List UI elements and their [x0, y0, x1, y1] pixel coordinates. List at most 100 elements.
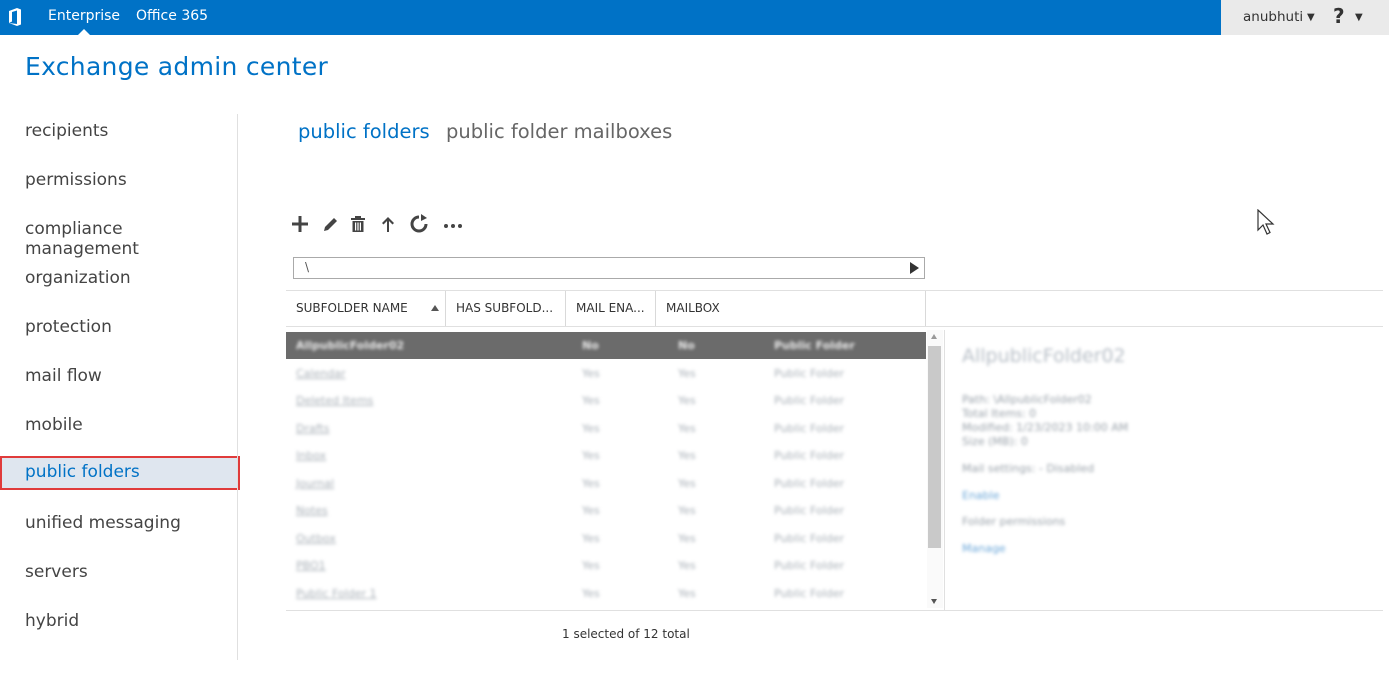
nav-divider — [237, 114, 238, 660]
table-row[interactable]: Inbox Yes Yes Public Folder — [286, 442, 926, 469]
column-header-label: HAS SUBFOLD... — [456, 301, 554, 315]
details-path: Path: \AllpublicFolder02 — [962, 393, 1092, 406]
nav-item-servers[interactable]: servers — [0, 556, 238, 590]
cell-mail-enabled: Yes — [678, 367, 696, 380]
table-row[interactable]: Calendar Yes Yes Public Folder — [286, 360, 926, 387]
nav-item-unified-messaging[interactable]: unified messaging — [0, 507, 238, 541]
edit-icon[interactable] — [320, 212, 340, 236]
top-link-office365[interactable]: Office 365 — [136, 0, 208, 35]
delete-icon[interactable] — [349, 212, 367, 236]
cell-mailbox: Public Folder — [774, 367, 845, 380]
top-bar: Enterprise Office 365 anubhuti ▼ ? ▼ — [0, 0, 1389, 35]
nav-item-label: permissions — [25, 170, 127, 190]
table-row[interactable]: Drafts Yes Yes Public Folder — [286, 415, 926, 442]
cell-mail-enabled: Yes — [678, 394, 696, 407]
table-row[interactable]: AllpublicFolder02 No No Public Folder — [286, 332, 926, 359]
details-divider — [944, 330, 945, 610]
folder-path-input[interactable]: \ — [293, 257, 925, 279]
add-icon[interactable] — [290, 212, 310, 236]
table-row[interactable]: Outbox Yes Yes Public Folder — [286, 525, 926, 552]
nav-item-mail-flow[interactable]: mail flow — [0, 360, 238, 394]
cell-name[interactable]: PBO1 — [296, 559, 326, 572]
scroll-down-icon[interactable] — [931, 599, 937, 604]
nav-item-label: organization — [25, 268, 131, 288]
cell-name[interactable]: Notes — [296, 504, 328, 517]
cell-mailbox: Public Folder — [774, 422, 845, 435]
nav-item-label: compliance management — [25, 219, 139, 259]
scrollbar-thumb[interactable] — [928, 346, 941, 548]
column-header-label: SUBFOLDER NAME — [296, 301, 408, 315]
cell-mail-enabled: Yes — [678, 477, 696, 490]
column-header-label: MAIL ENA... — [576, 301, 645, 315]
column-header-mail-enabled[interactable]: MAIL ENA... — [566, 291, 656, 326]
more-icon[interactable] — [443, 212, 463, 236]
table-row[interactable]: Notes Yes Yes Public Folder — [286, 497, 926, 524]
app-title: Exchange admin center — [25, 52, 329, 81]
nav-item-mobile[interactable]: mobile — [0, 409, 238, 443]
nav-item-recipients[interactable]: recipients — [0, 115, 238, 149]
cell-mailbox: Public Folder — [774, 449, 845, 462]
cell-mailbox: Public Folder — [774, 559, 845, 572]
mouse-cursor-icon — [1257, 209, 1275, 235]
cell-name[interactable]: Deleted Items — [296, 394, 373, 407]
nav-item-label: mail flow — [25, 366, 102, 386]
cell-mailbox: Public Folder — [774, 532, 845, 545]
up-icon[interactable] — [379, 212, 397, 236]
cell-mail-enabled: Yes — [678, 587, 696, 600]
cell-name[interactable]: Outbox — [296, 532, 336, 545]
selection-status: 1 selected of 12 total — [562, 627, 690, 641]
scroll-up-icon[interactable] — [931, 334, 937, 339]
cell-mail-enabled: Yes — [678, 449, 696, 462]
table-row[interactable]: Public Folder 1 Yes Yes Public Folder — [286, 580, 926, 607]
user-menu[interactable]: anubhuti ▼ ? ▼ — [1221, 0, 1389, 35]
cell-has-subfolders: Yes — [582, 504, 600, 517]
cell-mail-enabled: Yes — [678, 559, 696, 572]
cell-has-subfolders: Yes — [582, 477, 600, 490]
details-pane: AllpublicFolder02 Path: \AllpublicFolder… — [962, 345, 1362, 555]
nav-item-label: hybrid — [25, 611, 80, 631]
help-caret-icon[interactable]: ▼ — [1355, 12, 1363, 23]
cell-mail-enabled: Yes — [678, 504, 696, 517]
list-scrollbar[interactable] — [927, 330, 943, 608]
tab-public-folder-mailboxes[interactable]: public folder mailboxes — [446, 120, 672, 143]
table-row[interactable]: Deleted Items Yes Yes Public Folder — [286, 387, 926, 414]
nav-item-protection[interactable]: protection — [0, 311, 238, 345]
go-arrow-icon[interactable] — [910, 262, 919, 274]
help-button[interactable]: ? — [1333, 0, 1345, 33]
cell-name[interactable]: Inbox — [296, 449, 326, 462]
column-header-label: MAILBOX — [666, 301, 720, 315]
manage-link[interactable]: Manage — [962, 542, 1362, 555]
nav-item-hybrid[interactable]: hybrid — [0, 605, 238, 639]
refresh-icon[interactable] — [409, 212, 429, 236]
nav-item-permissions[interactable]: permissions — [0, 164, 238, 198]
cell-mailbox: Public Folder — [774, 504, 845, 517]
cell-name[interactable]: Public Folder 1 — [296, 587, 377, 600]
cell-mail-enabled: Yes — [678, 422, 696, 435]
top-link-enterprise[interactable]: Enterprise — [48, 0, 120, 35]
office-logo-icon[interactable] — [8, 8, 22, 26]
nav-item-compliance-management[interactable]: compliance management — [0, 213, 238, 259]
details-size: Size (MB): 0 — [962, 435, 1028, 448]
tab-public-folders[interactable]: public folders — [298, 120, 430, 143]
cell-name[interactable]: AllpublicFolder02 — [296, 339, 404, 352]
user-caret-icon[interactable]: ▼ — [1307, 12, 1315, 23]
column-header-has-subfolders[interactable]: HAS SUBFOLD... — [446, 291, 566, 326]
cell-name[interactable]: Journal — [296, 477, 334, 490]
nav-item-organization[interactable]: organization — [0, 262, 238, 296]
cell-has-subfolders: Yes — [582, 367, 600, 380]
folder-list: AllpublicFolder02 No No Public Folder Ca… — [286, 332, 926, 608]
username[interactable]: anubhuti — [1243, 0, 1303, 35]
enable-link[interactable]: Enable — [962, 489, 1362, 502]
nav-item-label: protection — [25, 317, 112, 337]
nav-item-public-folders[interactable]: public folders — [0, 456, 240, 490]
column-header-subfolder-name[interactable]: SUBFOLDER NAME — [286, 291, 446, 326]
column-header-mailbox[interactable]: MAILBOX — [656, 291, 926, 326]
table-row[interactable]: PBO1 Yes Yes Public Folder — [286, 552, 926, 579]
cell-name[interactable]: Drafts — [296, 422, 329, 435]
cell-mail-enabled: No — [678, 339, 695, 352]
cell-has-subfolders: Yes — [582, 422, 600, 435]
sort-ascending-icon — [431, 305, 439, 311]
table-row[interactable]: Journal Yes Yes Public Folder — [286, 470, 926, 497]
cell-name[interactable]: Calendar — [296, 367, 345, 380]
cell-mailbox: Public Folder — [774, 587, 845, 600]
